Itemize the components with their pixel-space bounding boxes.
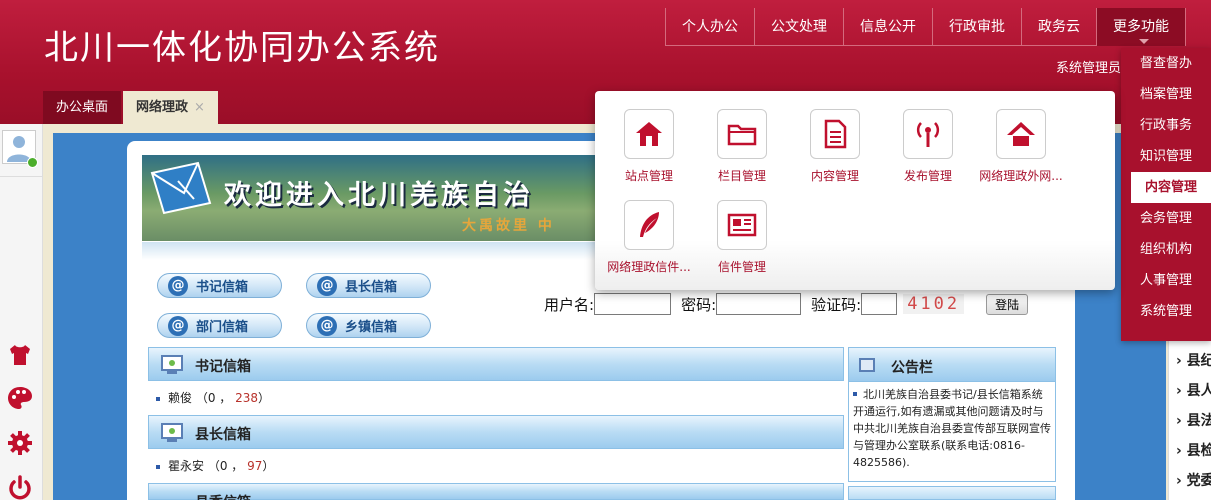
notice-board-2 <box>848 486 1056 500</box>
app-title: 北川一体化协同办公系统 <box>44 28 440 68</box>
tab-bar: 办公桌面 网络理政 × <box>43 91 220 124</box>
monitor-icon <box>161 355 183 374</box>
power-icon[interactable] <box>6 474 34 500</box>
caret-down-icon <box>1139 39 1149 44</box>
nav-more-label: 更多功能 <box>1113 19 1169 35</box>
feather-icon <box>640 212 659 237</box>
welcome-banner: 欢迎进入北川羌族自治 大禹故里 中 <box>142 155 602 241</box>
app-governance-letters[interactable]: 网络理政信件... <box>603 200 695 275</box>
nav-more-functions[interactable]: 更多功能 <box>1097 8 1186 46</box>
menu-item-organization[interactable]: 组织机构 <box>1121 234 1211 265</box>
shirt-icon[interactable] <box>6 341 34 369</box>
menu-item-system[interactable]: 系统管理 <box>1121 296 1211 327</box>
section-county-committee-mailbox: 县委信箱 <box>148 483 844 500</box>
bullet-icon <box>156 396 160 401</box>
section-title: 县委信箱 <box>195 492 251 500</box>
notice-title: 公告栏 <box>891 360 933 376</box>
login-button[interactable]: 登陆 <box>986 293 1029 315</box>
captcha-label: 验证码: <box>811 295 862 314</box>
system-admin-link[interactable]: 系统管理员 <box>1056 57 1121 76</box>
at-icon: @ <box>317 275 337 296</box>
right-list-item[interactable]: › 党委 <box>1176 470 1211 490</box>
password-input[interactable] <box>716 293 802 315</box>
at-icon: @ <box>317 315 337 336</box>
tab-office-desktop[interactable]: 办公桌面 <box>43 91 122 124</box>
township-mailbox-button[interactable]: @ 乡镇信箱 <box>306 313 431 338</box>
menu-item-meetings[interactable]: 会务管理 <box>1121 203 1211 234</box>
app-publish-management[interactable]: 发布管理 <box>882 109 974 184</box>
right-list-item[interactable]: › 县人 <box>1176 380 1211 400</box>
nav-info-disclosure[interactable]: 信息公开 <box>844 8 933 46</box>
captcha-image[interactable]: 4102 <box>903 294 965 314</box>
at-icon: @ <box>168 275 188 296</box>
nav-gov-cloud[interactable]: 政务云 <box>1022 8 1097 46</box>
banner-strip <box>142 242 602 260</box>
section-county-head-mailbox: 县长信箱 <box>148 415 844 449</box>
app-letter-management[interactable]: 信件管理 <box>696 200 788 275</box>
more-functions-menu: 督查督办 档案管理 行政事务 知识管理 内容管理 会务管理 组织机构 人事管理 … <box>1121 48 1211 341</box>
app-column-management[interactable]: 栏目管理 <box>696 109 788 184</box>
username-input[interactable] <box>594 293 672 315</box>
app-site-management[interactable]: 站点管理 <box>603 109 695 184</box>
bullet-icon <box>853 392 857 396</box>
banner-title: 欢迎进入北川羌族自治 <box>224 180 534 211</box>
house-roof-icon <box>1007 122 1035 146</box>
county-head-mailbox-button[interactable]: @ 县长信箱 <box>306 273 431 298</box>
at-icon: @ <box>168 315 188 336</box>
monitor-icon <box>161 423 183 442</box>
notice-body: 北川羌族自治县委书记/县长信箱系统开通运行,如有遗漏或其他问题请及时与中共北川羌… <box>853 388 1051 469</box>
nav-personal-office[interactable]: 个人办公 <box>666 8 755 46</box>
tab-network-governance[interactable]: 网络理政 × <box>123 91 218 124</box>
top-nav: 个人办公 公文处理 信息公开 行政审批 政务云 更多功能 <box>665 8 1186 46</box>
board-icon <box>859 358 875 372</box>
section-secretary-mailbox: 书记信箱 <box>148 347 844 381</box>
home-icon <box>636 122 662 146</box>
left-sidebar <box>0 124 43 500</box>
section-title: 书记信箱 <box>195 359 251 375</box>
divider <box>0 176 42 177</box>
app-governance-external[interactable]: 网络理政外网... <box>975 109 1067 184</box>
tab-label: 网络理政 <box>136 100 189 115</box>
close-icon[interactable]: × <box>194 100 205 115</box>
envelope-icon <box>150 161 212 215</box>
online-status-icon <box>27 157 38 168</box>
notice-header: 公告栏 <box>849 348 1055 382</box>
menu-item-knowledge[interactable]: 知识管理 <box>1121 141 1211 172</box>
bullet-icon <box>156 464 160 469</box>
menu-item-content-management[interactable]: 内容管理 <box>1131 172 1211 203</box>
broadcast-icon <box>916 122 940 147</box>
content-management-panel: 站点管理 栏目管理 内容管理 发布管理 网络理政外网... 网络理政信件... … <box>595 91 1115 290</box>
password-label: 密码: <box>681 295 717 314</box>
app-content-management[interactable]: 内容管理 <box>789 109 881 184</box>
gear-icon[interactable] <box>6 429 34 457</box>
nav-document-processing[interactable]: 公文处理 <box>755 8 844 46</box>
folder-icon <box>727 124 757 146</box>
notice-board: 公告栏 北川羌族自治县委书记/县长信箱系统开通运行,如有遗漏或其他问题请及时与中… <box>848 347 1056 482</box>
list-item[interactable]: 瞿永安 （0 ， 97） <box>156 457 274 474</box>
section-title: 县长信箱 <box>195 427 251 443</box>
login-form: 用户名: 密码: 验证码: 4102 登陆 <box>544 293 1029 315</box>
captcha-input[interactable] <box>861 293 898 315</box>
newspaper-icon <box>727 213 757 237</box>
document-icon <box>824 119 847 149</box>
palette-icon[interactable] <box>6 384 34 412</box>
right-list-item[interactable]: › 县法 <box>1176 410 1211 430</box>
menu-item-supervision[interactable]: 督查督办 <box>1121 48 1211 79</box>
menu-item-archives[interactable]: 档案管理 <box>1121 79 1211 110</box>
menu-item-admin-affairs[interactable]: 行政事务 <box>1121 110 1211 141</box>
banner-subtitle: 大禹故里 中 <box>462 218 555 234</box>
username-label: 用户名: <box>544 295 595 314</box>
right-list-item[interactable]: › 县纪 <box>1176 350 1211 370</box>
list-item[interactable]: 赖俊 （0 ， 238） <box>156 389 270 406</box>
department-mailbox-button[interactable]: @ 部门信箱 <box>157 313 282 338</box>
right-list-item[interactable]: › 县检 <box>1176 440 1211 460</box>
tab-label: 办公桌面 <box>56 100 109 115</box>
secretary-mailbox-button[interactable]: @ 书记信箱 <box>157 273 282 298</box>
menu-item-hr[interactable]: 人事管理 <box>1121 265 1211 296</box>
nav-admin-approval[interactable]: 行政审批 <box>933 8 1022 46</box>
